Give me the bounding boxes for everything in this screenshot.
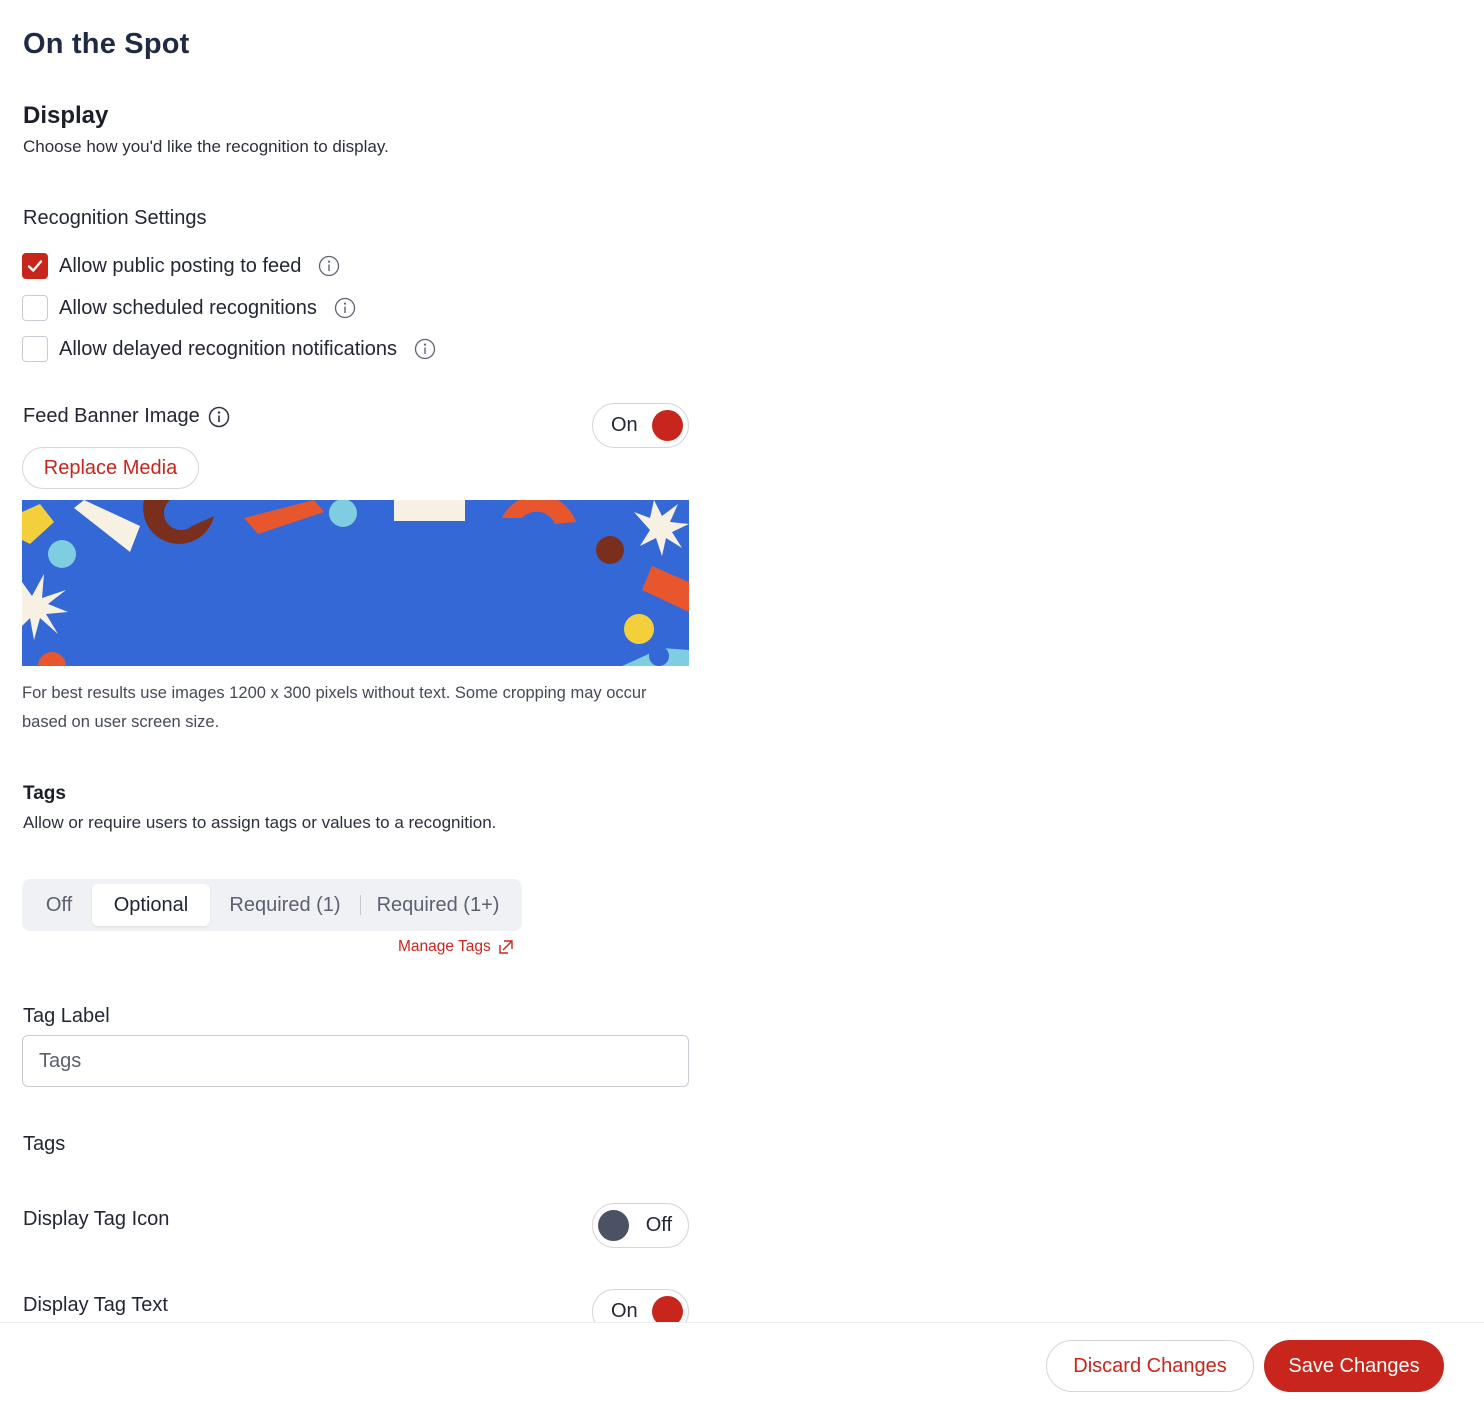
delayed-checkbox[interactable]	[22, 336, 48, 362]
manage-tags-label: Manage Tags	[398, 938, 491, 955]
public-posting-checkbox[interactable]	[22, 253, 48, 279]
page-title: On the Spot	[23, 28, 190, 60]
toggle-knob	[598, 1210, 629, 1241]
recognition-settings-label: Recognition Settings	[23, 207, 207, 229]
display-section-description: Choose how you'd like the recognition to…	[23, 137, 389, 156]
info-icon[interactable]	[318, 255, 340, 277]
discard-changes-button[interactable]: Discard Changes	[1046, 1340, 1254, 1392]
feed-banner-row: Feed Banner Image	[23, 405, 230, 428]
segment-required-1-plus[interactable]: Required (1+)	[361, 884, 515, 926]
tags-heading: Tags	[23, 1133, 66, 1155]
segment-off[interactable]: Off	[26, 884, 92, 926]
tags-mode-segmented-control: Off Optional Required (1) Required (1+)	[22, 879, 522, 931]
toggle-label: On	[611, 1300, 638, 1322]
footer-action-bar: Discard Changes Save Changes	[0, 1322, 1484, 1404]
feed-banner-image	[22, 500, 689, 666]
feed-banner-label: Feed Banner Image	[23, 405, 200, 427]
display-section-title: Display	[23, 102, 109, 129]
display-tag-icon-label: Display Tag Icon	[23, 1208, 170, 1230]
toggle-label: On	[611, 414, 638, 436]
display-tag-text-label: Display Tag Text	[23, 1294, 168, 1316]
delayed-label: Allow delayed recognition notifications	[59, 337, 397, 360]
tag-label-input[interactable]	[22, 1035, 689, 1087]
feed-banner-toggle[interactable]: On	[592, 403, 689, 448]
info-icon[interactable]	[208, 406, 230, 428]
checkbox-row-delayed[interactable]: Allow delayed recognition notifications	[22, 334, 436, 364]
save-changes-button[interactable]: Save Changes	[1264, 1340, 1444, 1392]
scheduled-checkbox[interactable]	[22, 295, 48, 321]
external-link-icon	[499, 940, 513, 954]
manage-tags-link[interactable]: Manage Tags	[398, 938, 514, 956]
public-posting-label: Allow public posting to feed	[59, 254, 302, 277]
info-icon[interactable]	[334, 297, 356, 319]
display-tag-icon-toggle[interactable]: Off	[592, 1203, 689, 1248]
segment-optional[interactable]: Optional	[92, 884, 210, 926]
toggle-label: Off	[645, 1214, 672, 1236]
toggle-knob	[652, 410, 683, 441]
checkbox-row-scheduled[interactable]: Allow scheduled recognitions	[22, 293, 356, 323]
tag-label-heading: Tag Label	[23, 1005, 110, 1027]
segment-required-1[interactable]: Required (1)	[210, 884, 360, 926]
scheduled-label: Allow scheduled recognitions	[59, 296, 317, 319]
replace-media-button[interactable]: Replace Media	[22, 447, 199, 489]
banner-help-text: For best results use images 1200 x 300 p…	[22, 684, 647, 731]
checkbox-row-public-posting[interactable]: Allow public posting to feed	[22, 251, 340, 281]
tags-section-title: Tags	[23, 783, 66, 804]
tags-section-description: Allow or require users to assign tags or…	[23, 813, 497, 832]
info-icon[interactable]	[414, 338, 436, 360]
